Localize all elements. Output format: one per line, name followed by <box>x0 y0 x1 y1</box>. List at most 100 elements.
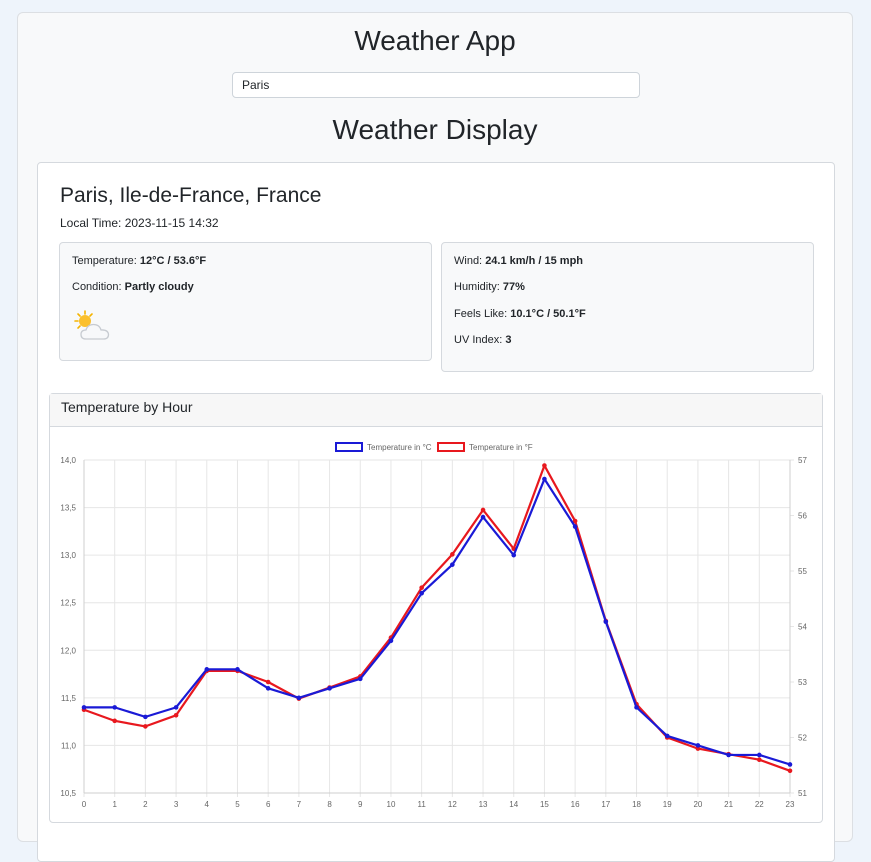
data-point <box>112 705 117 710</box>
y-left-tick-label: 11,5 <box>61 694 77 703</box>
series-line <box>84 477 791 766</box>
data-point <box>757 752 762 758</box>
data-point <box>787 768 793 774</box>
temperature-value: 12°C / 53.6°F <box>139 255 207 267</box>
data-point <box>173 713 179 718</box>
condition-label: Condition: <box>72 281 122 293</box>
x-tick-label: 22 <box>755 800 764 809</box>
humidity-value: 77% <box>502 281 525 293</box>
y-right-tick-label: 54 <box>798 623 807 632</box>
data-point <box>143 714 148 720</box>
temperature-row: Temperature: 12°C / 53.6°F <box>72 255 206 267</box>
data-point <box>542 476 547 482</box>
y-right-tick-label: 55 <box>798 567 807 576</box>
legend-swatch <box>437 442 465 452</box>
data-point <box>726 752 731 758</box>
data-point <box>634 705 639 710</box>
condition-value: Partly cloudy <box>124 281 194 293</box>
x-tick-label: 11 <box>417 800 426 809</box>
temperature-label: Temperature: <box>72 255 137 267</box>
x-tick-label: 10 <box>387 800 396 809</box>
x-tick-label: 18 <box>632 800 641 809</box>
data-point <box>480 507 486 513</box>
data-point <box>327 686 332 691</box>
data-point <box>112 718 117 724</box>
humidity-label: Humidity: <box>454 281 500 293</box>
y-left-tick-label: 13,0 <box>60 551 76 560</box>
weather-card: Paris, Ile-de-France, France Local Time:… <box>37 162 835 862</box>
local-time: Local Time: 2023-11-15 14:32 <box>60 216 219 230</box>
x-tick-label: 17 <box>601 800 610 809</box>
x-tick-label: 8 <box>327 800 332 809</box>
local-time-label: Local Time: <box>60 216 122 230</box>
data-point <box>664 733 670 739</box>
uv-index-row: UV Index: 3 <box>454 334 512 346</box>
x-tick-label: 6 <box>266 800 271 809</box>
feels-like-label: Feels Like: <box>454 308 508 320</box>
data-point <box>511 552 517 558</box>
x-tick-label: 15 <box>540 800 549 809</box>
x-tick-label: 21 <box>724 800 733 809</box>
partly-cloudy-icon <box>74 310 110 340</box>
wind-row: Wind: 24.1 km/h / 15 mph <box>454 255 583 267</box>
y-left-tick-label: 13,5 <box>60 504 76 513</box>
data-point <box>419 590 424 596</box>
city-search-input[interactable] <box>232 72 640 98</box>
x-tick-label: 7 <box>297 800 302 809</box>
condition-row: Condition: Partly cloudy <box>72 281 194 293</box>
y-left-tick-label: 10,5 <box>60 789 76 798</box>
y-right-tick-label: 51 <box>798 789 807 798</box>
feels-like-row: Feels Like: 10.1°C / 50.1°F <box>454 308 586 320</box>
data-point <box>603 619 609 625</box>
data-point <box>757 757 762 762</box>
data-point <box>265 686 271 691</box>
data-point <box>787 762 793 767</box>
local-time-value: 2023-11-15 14:32 <box>124 216 219 230</box>
chart-card: Temperature by Hour 10,5 11,0 11,5 12,0 12,5… <box>49 393 823 823</box>
series-line <box>83 464 791 772</box>
y-right-tick-label: 56 <box>798 512 807 521</box>
x-tick-label: 16 <box>571 800 580 809</box>
data-point <box>419 585 424 590</box>
y-right-tick-label: 57 <box>798 456 807 465</box>
x-tick-label: 1 <box>112 800 117 809</box>
wind-label: Wind: <box>454 255 483 267</box>
data-point <box>572 524 578 529</box>
x-tick-label: 12 <box>448 800 457 809</box>
x-tick-label: 20 <box>693 800 702 809</box>
feels-like-value: 10.1°C / 50.1°F <box>510 308 586 320</box>
y-left-tick-label: 11,0 <box>61 741 77 750</box>
data-point <box>450 562 455 567</box>
conditions-panel: Temperature: 12°C / 53.6°F Condition: Pa… <box>59 242 432 361</box>
uv-index-label: UV Index: <box>454 334 503 346</box>
y-right-tick-label: 52 <box>798 734 807 743</box>
legend-label: Temperature in °F <box>469 443 533 452</box>
data-point <box>296 695 302 701</box>
x-tick-label: 14 <box>509 800 518 809</box>
data-point <box>357 676 363 682</box>
data-point <box>695 743 701 748</box>
details-panel: Wind: 24.1 km/h / 15 mph Humidity: 77% F… <box>441 242 814 372</box>
x-tick-label: 2 <box>143 800 148 809</box>
data-point <box>235 667 240 672</box>
data-point <box>173 705 179 710</box>
app-title: Weather App <box>354 25 516 56</box>
x-tick-label: 13 <box>479 800 488 809</box>
data-point <box>388 638 394 644</box>
data-point <box>542 463 547 468</box>
y-left-tick-label: 12,5 <box>60 599 76 608</box>
x-tick-label: 9 <box>358 800 363 809</box>
x-tick-label: 0 <box>82 800 87 809</box>
legend-label: Temperature in °C <box>367 443 432 452</box>
y-left-tick-label: 14,0 <box>60 456 76 465</box>
x-tick-label: 4 <box>205 800 210 809</box>
wind-value: 24.1 km/h / 15 mph <box>485 255 584 267</box>
temperature-chart: 10,511,011,512,012,513,013,514,051525354… <box>60 442 807 809</box>
chart-header: Temperature by Hour <box>50 394 822 427</box>
data-point <box>204 667 210 672</box>
location-title: Paris, Ile-de-France, France <box>60 184 322 207</box>
app-container: Weather App Weather Display Paris, Ile-d… <box>17 12 853 862</box>
x-tick-label: 23 <box>786 800 795 809</box>
y-right-tick-label: 53 <box>798 678 807 687</box>
data-point <box>81 705 87 710</box>
